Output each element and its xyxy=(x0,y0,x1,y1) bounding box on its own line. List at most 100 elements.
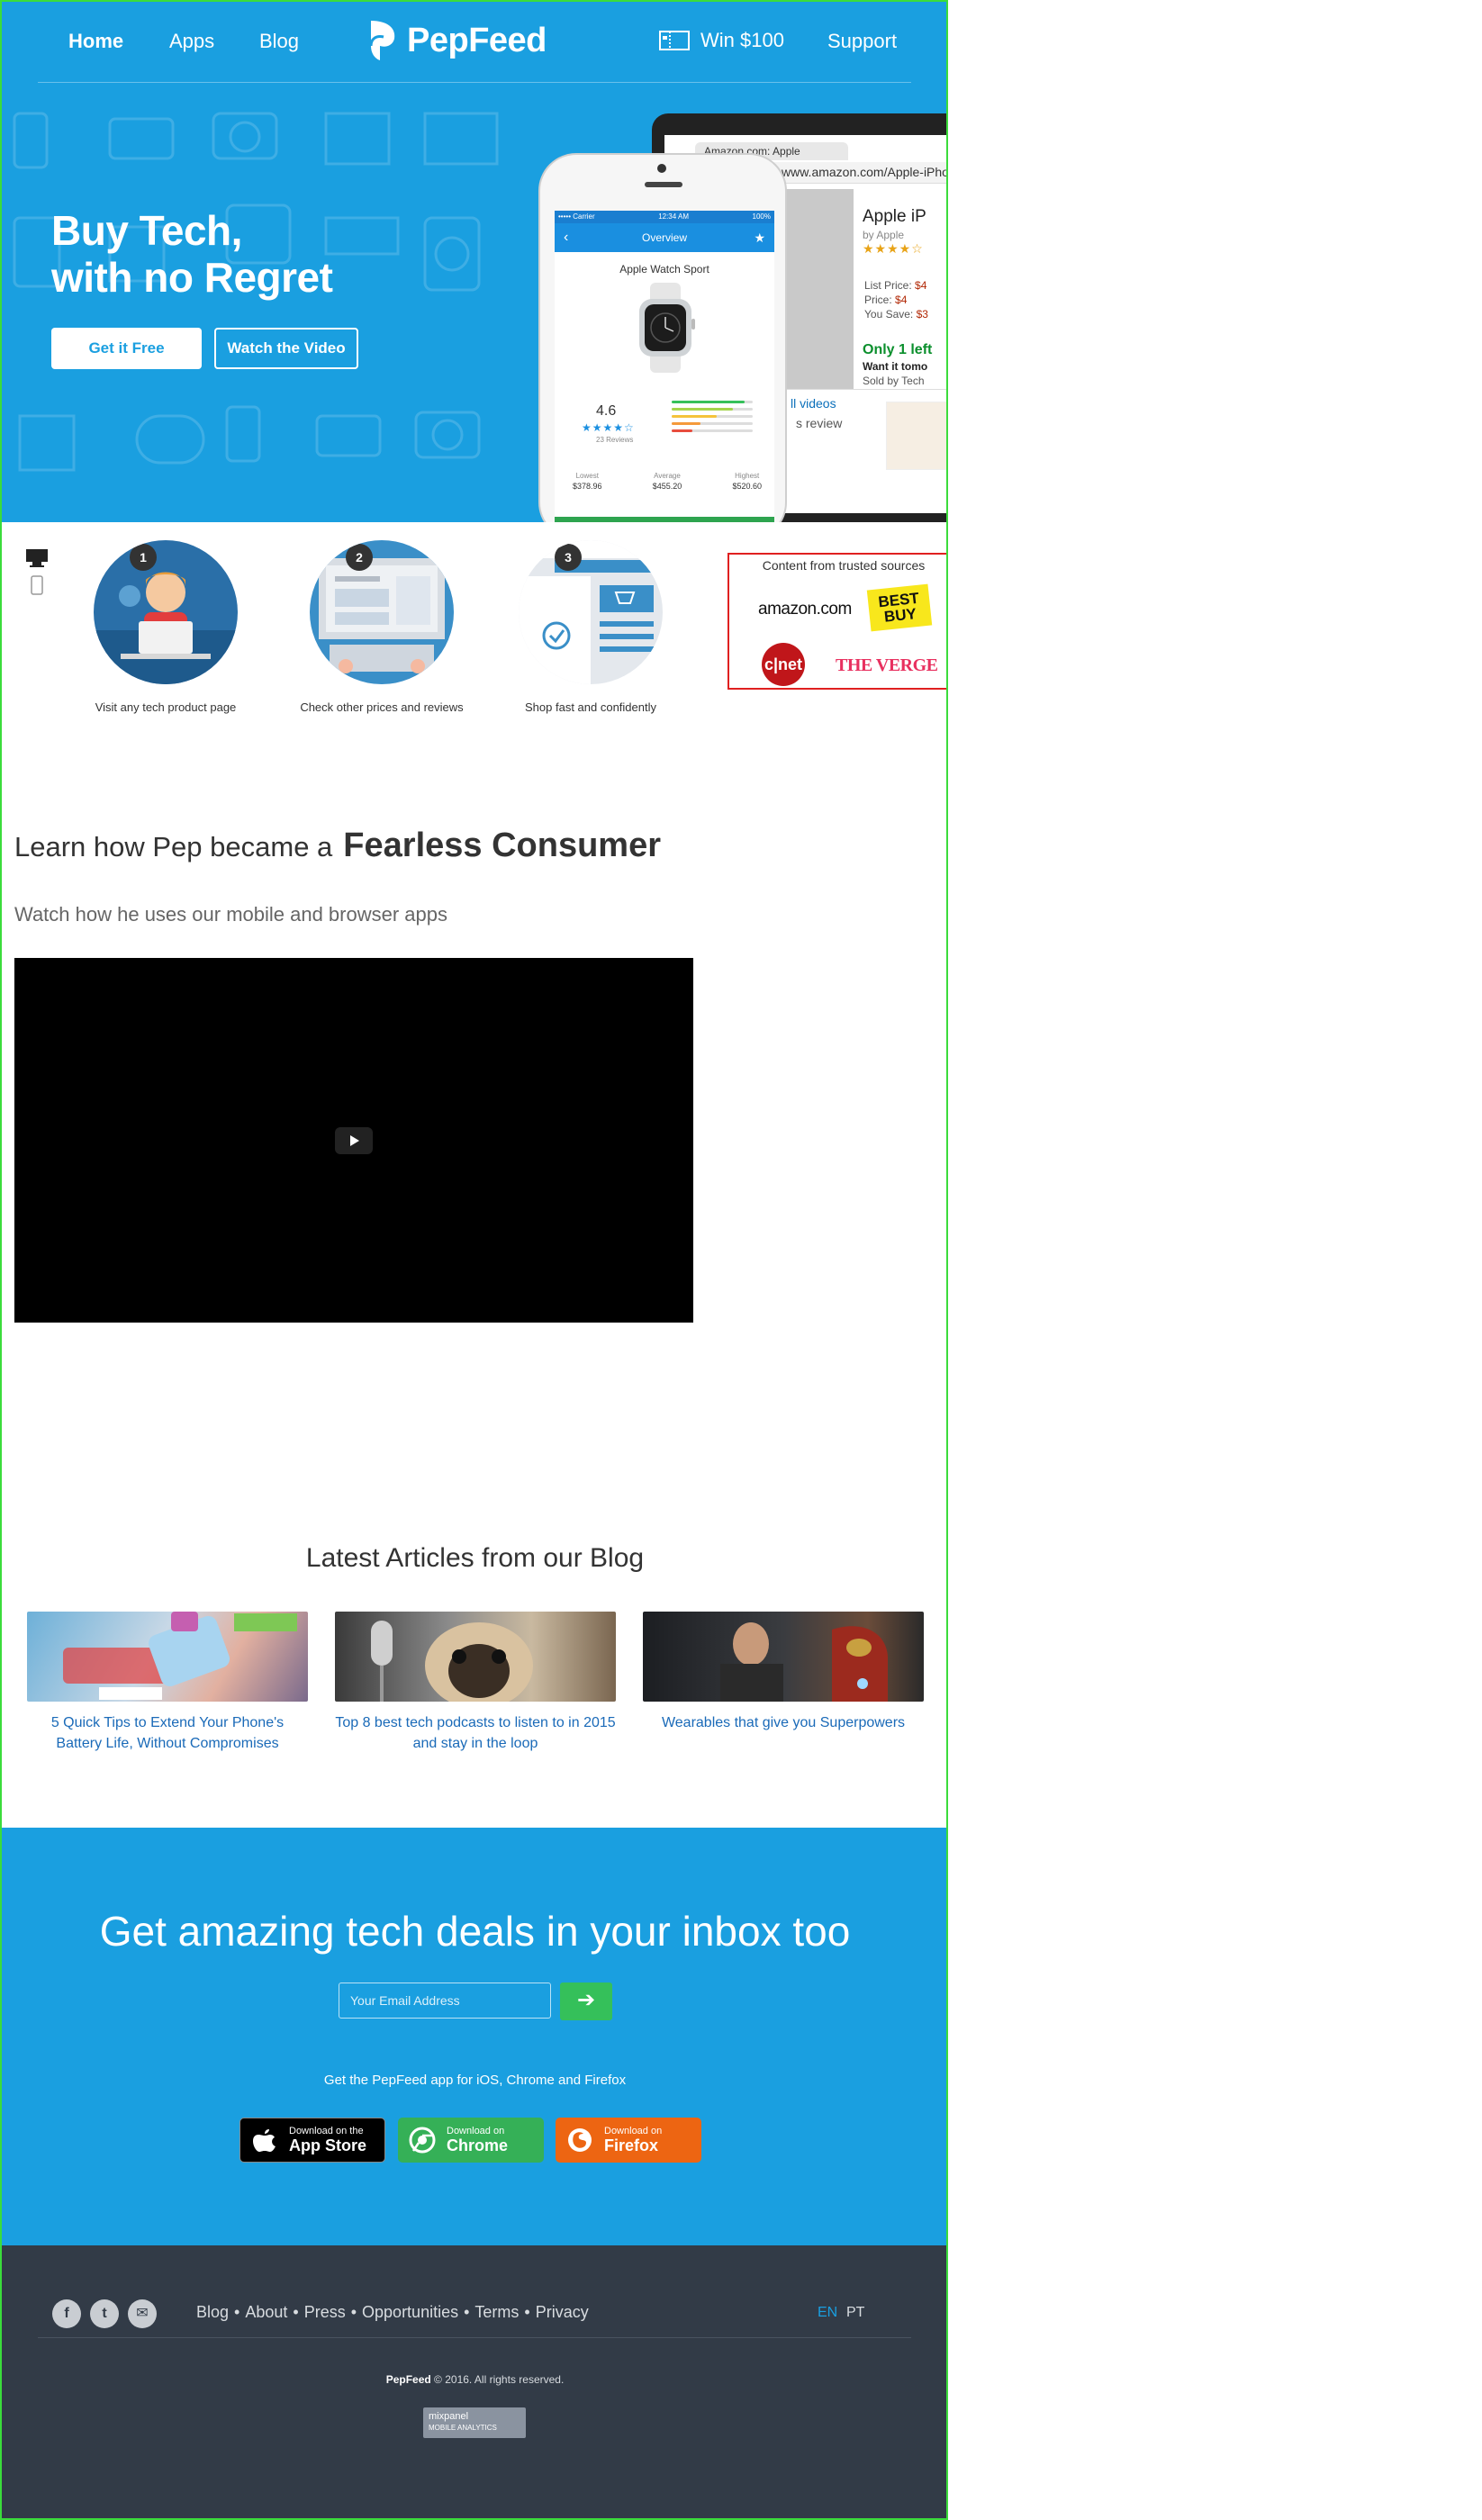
browser-on-laptop-icon xyxy=(319,558,445,673)
phone-product-name: Apple Watch Sport xyxy=(619,263,709,275)
product-stars: ★★★★☆ xyxy=(863,241,924,256)
footer-separator: • xyxy=(524,2303,530,2321)
back-chevron-icon: ‹ xyxy=(564,230,569,245)
step-1-number: 1 xyxy=(130,544,157,571)
nav-home-link[interactable]: Home xyxy=(68,30,123,53)
mixpanel-name: mixpanel xyxy=(429,2411,469,2422)
step-3: 3 Shop fast and confidently xyxy=(483,540,699,714)
brand-logo[interactable]: PepFeed xyxy=(367,18,547,63)
firefox-icon xyxy=(568,2128,592,2152)
footer-link-press[interactable]: Press xyxy=(304,2303,346,2322)
footer-separator: • xyxy=(350,2303,357,2321)
product-image-placeholder xyxy=(782,189,854,414)
get-it-free-button[interactable]: Get it Free xyxy=(51,328,202,369)
product-brand: by Apple xyxy=(863,229,905,241)
phone-screen: ••••• Carrier 12:34 AM 100% ‹ Overview ★… xyxy=(555,211,774,522)
footer-link-about[interactable]: About xyxy=(245,2303,287,2322)
watch-video-button[interactable]: Watch the Video xyxy=(214,328,358,369)
play-icon[interactable] xyxy=(335,1127,373,1154)
page: Home Apps Blog PepFeed Win $100 Support xyxy=(0,0,948,2520)
video-player[interactable] xyxy=(14,958,693,1323)
blog-title-wearables[interactable]: Wearables that give you Superpowers xyxy=(643,1712,924,1733)
ticket-icon xyxy=(659,31,690,50)
videos-link: ll videos xyxy=(791,396,836,411)
nav-support-link[interactable]: Support xyxy=(827,30,897,53)
blog-title-battery[interactable]: 5 Quick Tips to Extend Your Phone's Batt… xyxy=(27,1712,308,1754)
firefox-store-text: Download on Firefox xyxy=(604,2126,662,2154)
language-pt[interactable]: PT xyxy=(846,2305,864,2321)
shopping-checkout-icon xyxy=(519,540,663,684)
brand-name: PepFeed xyxy=(407,21,547,59)
app-store-text: Download on the App Store xyxy=(289,2126,366,2154)
price-highest-label: Highest xyxy=(735,472,760,480)
newsletter-section: Get amazing tech deals in your inbox too… xyxy=(2,1828,946,2245)
blog-title-podcasts[interactable]: Top 8 best tech podcasts to listen to in… xyxy=(335,1712,616,1754)
apple-icon xyxy=(253,2129,276,2152)
watch-image xyxy=(639,283,695,373)
nav-apps-link[interactable]: Apps xyxy=(169,30,214,53)
footer-link-opportunities[interactable]: Opportunities xyxy=(362,2303,458,2322)
desktop-and-mobile-icon[interactable] xyxy=(25,546,49,596)
email-icon[interactable]: ✉ xyxy=(128,2299,157,2328)
phone-reviews: 23 Reviews xyxy=(596,436,634,444)
blog-card[interactable]: Wearables that give you Superpowers xyxy=(643,1612,924,1733)
phone-battery: 100% xyxy=(752,212,771,221)
top-nav: Home Apps Blog PepFeed Win $100 Support xyxy=(38,2,911,83)
twitter-icon[interactable]: t xyxy=(90,2299,119,2328)
price-average: Average $455.20 xyxy=(653,472,682,491)
footer-link-terms[interactable]: Terms xyxy=(474,2303,519,2322)
phone-status-bar: ••••• Carrier 12:34 AM 100% xyxy=(555,211,774,223)
chrome-store-text: Download on Chrome xyxy=(447,2126,508,2154)
blog-card[interactable]: Top 8 best tech podcasts to listen to in… xyxy=(335,1612,616,1754)
copyright: PepFeed © 2016. All rights reserved. xyxy=(2,2373,946,2386)
copyright-brand: PepFeed xyxy=(385,2373,431,2386)
phone-camera xyxy=(657,164,666,173)
list-price-label: List Price: xyxy=(864,279,912,292)
person-at-laptop-icon xyxy=(94,572,238,684)
blog-image-podcasts[interactable] xyxy=(335,1612,616,1702)
blog-image-wearables[interactable] xyxy=(643,1612,924,1702)
firefox-store-button[interactable]: Download on Firefox xyxy=(556,2118,701,2163)
price-average-label: Average xyxy=(654,472,681,480)
language-en[interactable]: EN xyxy=(818,2305,837,2321)
app-store-large: App Store xyxy=(289,2136,367,2154)
mixpanel-tagline: MOBILE ANALYTICS xyxy=(429,2424,497,2432)
price-lowest-value: $378.96 xyxy=(573,482,602,491)
app-store-button[interactable]: Download on the App Store xyxy=(239,2118,385,2163)
footer: f t ✉ Blog • About • Press • Opportuniti… xyxy=(2,2245,946,2518)
chrome-store-small: Download on xyxy=(447,2126,505,2136)
phone-speaker xyxy=(645,182,682,187)
firefox-store-large: Firefox xyxy=(604,2136,659,2154)
rating-bar xyxy=(672,429,753,432)
price-highest-value: $520.60 xyxy=(732,482,762,491)
seller-text: Sold by Tech xyxy=(863,375,925,387)
trusted-sources-title: Content from trusted sources xyxy=(762,558,926,573)
phone-carrier: ••••• Carrier xyxy=(558,212,595,221)
trusted-sources-box: Content from trusted sources amazon.com … xyxy=(727,553,946,690)
facebook-icon[interactable]: f xyxy=(52,2299,81,2328)
blog-card[interactable]: 5 Quick Tips to Extend Your Phone's Batt… xyxy=(27,1612,308,1754)
footer-link-privacy[interactable]: Privacy xyxy=(536,2303,589,2322)
step-2-number: 2 xyxy=(346,544,373,571)
nav-blog-link[interactable]: Blog xyxy=(259,30,299,53)
blog-image-battery[interactable] xyxy=(27,1612,308,1702)
nav-win-link[interactable]: Win $100 xyxy=(659,29,784,52)
firefox-store-small: Download on xyxy=(604,2126,663,2136)
price-average-value: $455.20 xyxy=(652,482,682,491)
rating-bar xyxy=(672,401,753,403)
dog-with-microphone-photo-icon xyxy=(371,1621,533,1702)
newsletter-title: Get amazing tech deals in your inbox too xyxy=(99,1908,851,1955)
phone-header: ‹ Overview ★ xyxy=(555,223,774,252)
email-input[interactable] xyxy=(339,1983,551,2019)
chrome-store-button[interactable]: Download on Chrome xyxy=(398,2118,544,2163)
footer-link-blog[interactable]: Blog xyxy=(196,2303,229,2322)
subscribe-arrow-button[interactable]: ➔ xyxy=(560,1983,612,2020)
hero-title: Buy Tech, with no Regret xyxy=(51,207,333,301)
mixpanel-badge[interactable]: mixpanel MOBILE ANALYTICS xyxy=(423,2407,526,2438)
bestbuy-logo-line2: BUY xyxy=(883,605,917,626)
iron-man-photo-icon xyxy=(720,1622,888,1702)
cnet-logo: c|net xyxy=(762,643,805,686)
price-value: $4 xyxy=(895,294,908,306)
phone-time: 12:34 AM xyxy=(658,212,689,221)
chrome-icon xyxy=(409,2127,436,2154)
